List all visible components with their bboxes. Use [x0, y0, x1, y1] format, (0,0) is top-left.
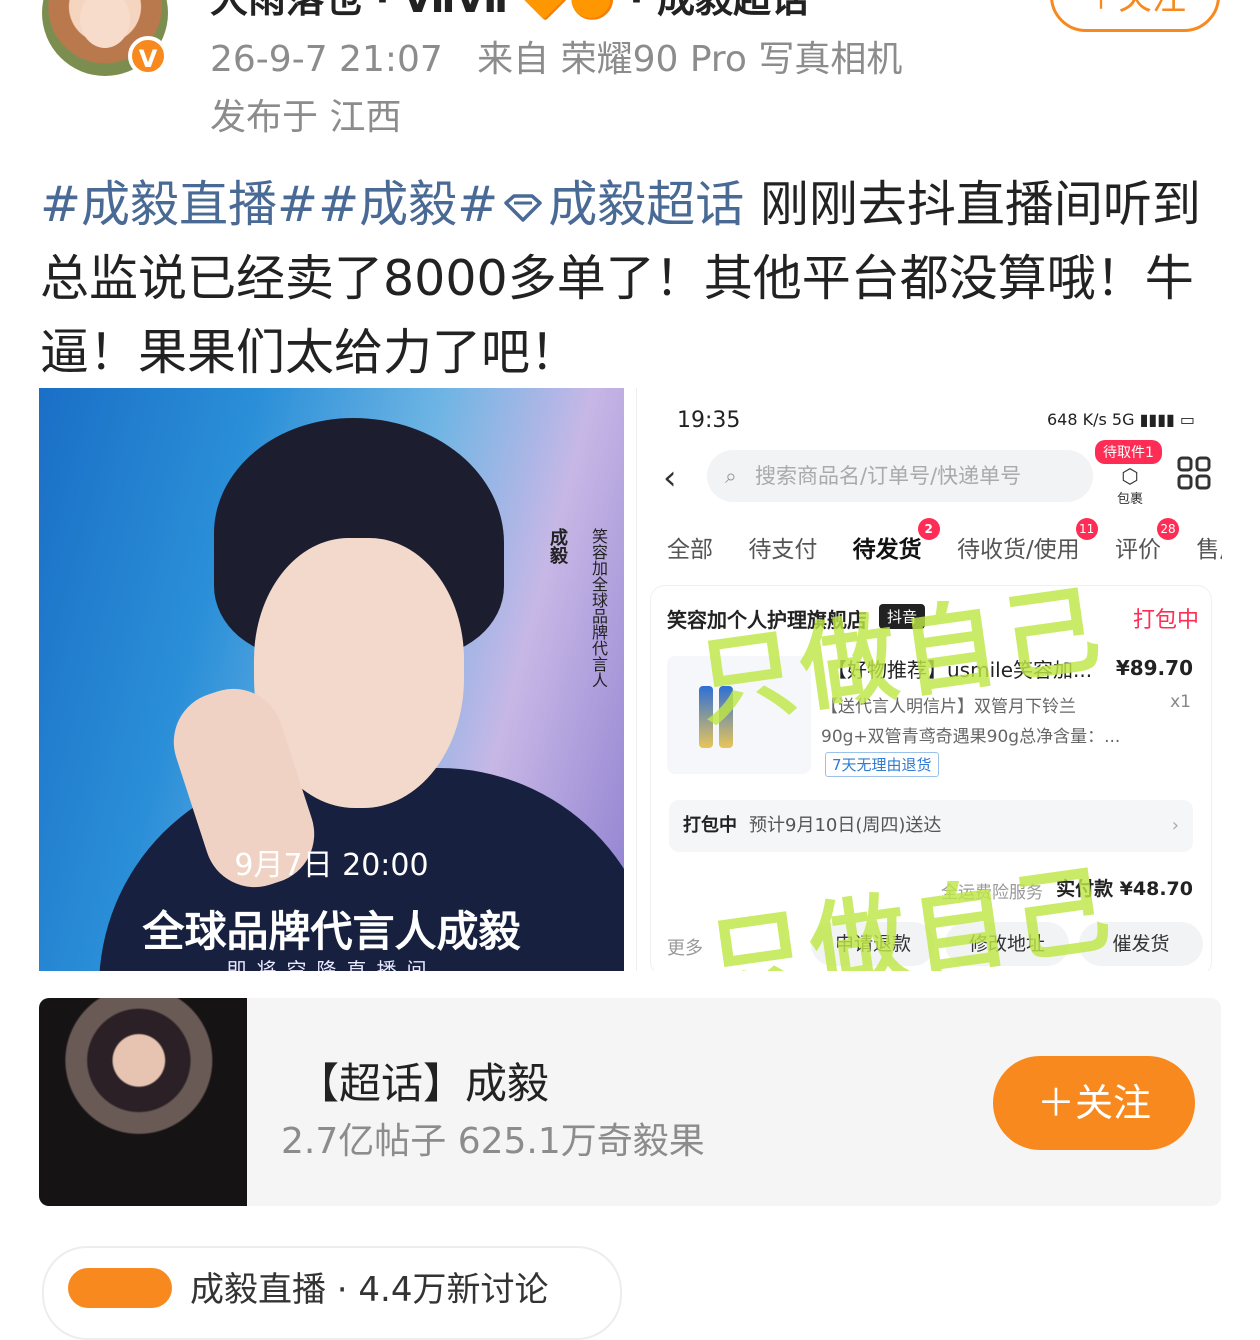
verified-badge-icon: V [128, 36, 168, 76]
supertopic-label: 成毅超话 [548, 176, 745, 233]
shipping-eta: 预计9月10日(周四)送达 [749, 815, 942, 836]
shipping-info: 打包中 预计9月10日(周四)送达 › [669, 800, 1193, 852]
shipping-status: 打包中 [683, 815, 737, 836]
order-search-field: ⌕ 搜索商品名/订单号/快递单号 [707, 450, 1093, 502]
order-tab: 全部 [667, 537, 713, 563]
supertopic-card[interactable]: 【超话】成毅 2.7亿帖子 625.1万奇毅果 ＋关注 [39, 998, 1221, 1206]
post-meta: 26-9-7 21:07 来自 荣耀90 Pro 写真相机 [210, 30, 902, 82]
post-image-order-screenshot[interactable]: 19:35 648 K/s 5G ▮▮▮▮ ▭ ‹ ⌕ 搜索商品名/订单号/快递单… [636, 388, 1222, 971]
grid-menu-icon [1177, 456, 1211, 490]
order-tab: 评价 28 [1115, 518, 1179, 564]
order-tab: 售后 [1196, 537, 1222, 563]
more-label: 更多 [667, 938, 703, 959]
tab-badge: 11 [1075, 518, 1098, 540]
follow-author-button[interactable]: ＋关注 [1050, 0, 1220, 32]
post-timestamp: 26-9-7 21:07 [210, 39, 443, 80]
related-topic-tag [68, 1268, 172, 1308]
post-text: #成毅直播##成毅# 成毅超话 刚刚去抖直播间听到总监说已经卖了8000多单了！其… [40, 168, 1220, 390]
tab-badge: 2 [917, 518, 940, 540]
related-topic-card[interactable]: 成毅直播 · 4.4万新讨论 [42, 1246, 622, 1340]
order-tabs: 全部 待支付 待发货2 待收货/使用11 评价28 售后 [667, 518, 1222, 564]
avatar-face [80, 0, 130, 48]
phone-status-icons: 648 K/s 5G ▮▮▮▮ ▭ [1047, 410, 1196, 429]
hashtag-link[interactable]: #成毅# [318, 176, 498, 233]
author-name[interactable]: 大雨落也 · ⅦⅦ 🔶🟠 · 成毅超话 [210, 0, 809, 23]
supertopic-link[interactable]: 成毅超话 [498, 176, 744, 233]
poster-title: 全球品牌代言人成毅 [142, 907, 521, 956]
related-topic-text: 成毅直播 · 4.4万新讨论 [190, 1270, 549, 1310]
tab-badge: 28 [1157, 518, 1179, 540]
post-location: 发布于 江西 [210, 97, 402, 138]
supertopic-cover-image [39, 998, 247, 1206]
post-source: 来自 荣耀90 Pro 写真相机 [477, 39, 903, 80]
return-policy-badge: 7天无理由退货 [825, 752, 939, 777]
chevron-right-icon: › [1171, 815, 1179, 836]
hashtag-link[interactable]: #成毅直播# [40, 176, 318, 233]
poster-time: 9月7日 20:00 [234, 848, 429, 883]
order-tab-active: 待发货 2 [853, 518, 940, 564]
poster-subtitle: 即将空降直播间 [226, 958, 437, 971]
poster-vertical-title: 笑容加全球品牌代言人 [589, 528, 608, 688]
order-status: 打包中 [1132, 608, 1199, 633]
phone-status-time: 19:35 [677, 408, 741, 433]
diamond-icon [504, 194, 542, 222]
order-tab: 待支付 [748, 537, 818, 563]
pending-pickup-badge: 待取件1 [1095, 440, 1162, 464]
search-placeholder: 搜索商品名/订单号/快递单号 [755, 464, 1022, 488]
package-label: 包裹 [1116, 492, 1143, 507]
package-icon: ⬡ 包裹 [1116, 464, 1143, 507]
product-price: ¥89.70 [1115, 656, 1193, 680]
product-desc: 90g+双管青鸢奇遇果90g总净含量：... [821, 727, 1121, 747]
follow-supertopic-button[interactable]: ＋关注 [993, 1056, 1195, 1150]
supertopic-title: 【超话】成毅 [297, 1059, 550, 1108]
supertopic-stats: 2.7亿帖子 625.1万奇毅果 [281, 1121, 705, 1162]
back-arrow-icon: ‹ [663, 458, 677, 498]
search-icon: ⌕ [725, 464, 737, 488]
post-image-poster[interactable]: 成毅 笑容加全球品牌代言人 9月7日 20:00 全球品牌代言人成毅 即将空降直… [39, 388, 624, 971]
product-quantity: x1 [1170, 692, 1191, 712]
